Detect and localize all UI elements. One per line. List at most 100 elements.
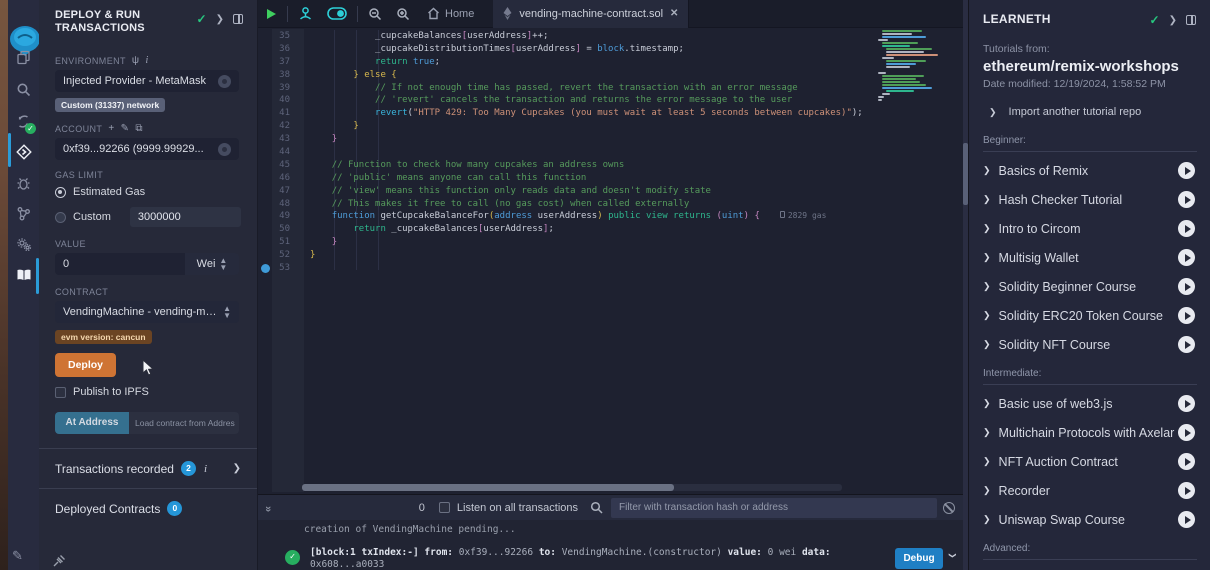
deploy-button[interactable]: Deploy — [55, 353, 116, 377]
breakpoint-dot[interactable] — [261, 264, 270, 273]
code-line-51[interactable]: 51 } — [258, 236, 863, 249]
tutorial-item[interactable]: ❯Basics of Remix — [969, 156, 1210, 185]
tx-expand-icon[interactable]: ❯ — [947, 552, 958, 558]
zoom-in-icon[interactable] — [389, 0, 417, 28]
expand-chevron-icon[interactable]: ❯ — [983, 398, 991, 409]
account-select[interactable]: 0xf39...92266 (9999.99929... — [55, 138, 239, 160]
expand-chevron-icon[interactable]: ❯ — [983, 310, 991, 321]
line-number[interactable]: 37 — [258, 56, 302, 69]
tutorial-item[interactable]: ❯NFT Auction Contract — [969, 447, 1210, 476]
plugin-manager-icon[interactable] — [8, 200, 39, 226]
debugger-icon[interactable] — [8, 170, 39, 196]
at-address-button[interactable]: At Address — [55, 412, 129, 434]
code-line-43[interactable]: 43 } — [258, 133, 863, 146]
play-tutorial-button[interactable] — [1178, 395, 1195, 412]
tutorial-item[interactable]: ❯Multichain Protocols with Axelar — [969, 418, 1210, 447]
play-tutorial-button[interactable] — [1178, 191, 1195, 208]
settings-icon[interactable] — [8, 231, 39, 257]
code-line-52[interactable]: 52} — [258, 249, 863, 262]
tab-vending-machine-contract[interactable]: vending-machine-contract.sol ✕ — [493, 0, 689, 28]
line-number[interactable]: 43 — [258, 133, 302, 146]
expand-chevron-icon[interactable]: ❯ — [983, 281, 991, 292]
contract-select[interactable]: VendingMachine - vending-machin ▲▼ — [55, 301, 239, 323]
tutorial-item[interactable]: ❯Solidity Beginner Course — [969, 272, 1210, 301]
at-address-input[interactable]: Load contract from Addres — [129, 412, 239, 434]
deployed-contracts-row[interactable]: Deployed Contracts 0 — [39, 489, 257, 528]
run-script-button[interactable] — [258, 0, 284, 28]
code-line-39[interactable]: 39 // If not enough time has passed, rev… — [258, 82, 863, 95]
expand-chevron-icon[interactable]: ❯ — [983, 427, 991, 438]
expand-chevron-icon[interactable]: ❯ — [983, 165, 991, 176]
line-number[interactable]: 41 — [258, 107, 302, 120]
deploy-run-icon[interactable] — [8, 139, 39, 165]
expand-chevron-icon[interactable]: ❯ — [983, 456, 991, 467]
line-number[interactable]: 51 — [258, 236, 302, 249]
play-tutorial-button[interactable] — [1178, 162, 1195, 179]
tutorial-item[interactable]: ❯Hash Checker Tutorial — [969, 185, 1210, 214]
expand-chevron-icon[interactable]: ❯ — [983, 252, 991, 263]
line-number[interactable]: 44 — [258, 146, 302, 159]
assistant-person-icon[interactable] — [291, 0, 320, 28]
terminal-filter-input[interactable]: Filter with transaction hash or address — [611, 498, 937, 518]
play-tutorial-button[interactable] — [1178, 511, 1195, 528]
learneth-book-icon[interactable] — [8, 262, 39, 288]
add-account-icon[interactable]: + — [108, 123, 114, 134]
line-number[interactable]: 39 — [258, 82, 302, 95]
panel-collapse-icon[interactable]: ❯ — [216, 14, 224, 25]
tutorial-item[interactable]: ❯Basic use of web3.js — [969, 389, 1210, 418]
code-line-42[interactable]: 42 } — [258, 120, 863, 133]
terminal-search-icon[interactable] — [590, 501, 603, 514]
estimated-gas-radio[interactable] — [55, 187, 66, 198]
line-number[interactable]: 49 — [258, 210, 302, 223]
code-line-46[interactable]: 46 // 'public' means anyone can call thi… — [258, 172, 863, 185]
tab-close-icon[interactable]: ✕ — [670, 8, 678, 19]
play-tutorial-button[interactable] — [1178, 249, 1195, 266]
line-number[interactable]: 36 — [258, 43, 302, 56]
panel-pin-icon[interactable] — [233, 14, 243, 24]
play-tutorial-button[interactable] — [1178, 453, 1195, 470]
play-tutorial-button[interactable] — [1178, 220, 1195, 237]
expand-chevron-icon[interactable]: ❯ — [983, 194, 991, 205]
play-tutorial-button[interactable] — [1178, 424, 1195, 441]
code-line-44[interactable]: 44 — [258, 146, 863, 159]
learneth-collapse-icon[interactable]: ❯ — [1169, 15, 1177, 26]
editor-minimap[interactable] — [878, 29, 958, 102]
debug-button[interactable]: Debug — [895, 548, 943, 569]
tx-log-entry[interactable]: [block:1 txIndex:-] from: 0xf39...92266 … — [310, 547, 880, 570]
line-number[interactable]: 46 — [258, 172, 302, 185]
play-tutorial-button[interactable] — [1178, 307, 1195, 324]
line-number[interactable]: 48 — [258, 198, 302, 211]
value-input[interactable]: 0 — [55, 253, 185, 275]
code-line-53[interactable]: 53 — [258, 262, 863, 275]
code-line-40[interactable]: 40 // 'revert' cancels the transaction a… — [258, 94, 863, 107]
copy-account-icon[interactable]: ⧉ — [135, 123, 143, 134]
code-line-35[interactable]: 35 _cupcakeBalances[userAddress]++; — [258, 30, 863, 43]
code-line-36[interactable]: 36 _cupcakeDistributionTimes[userAddress… — [258, 43, 863, 56]
custom-gas-radio[interactable] — [55, 212, 66, 223]
home-button[interactable]: Home — [417, 0, 481, 28]
edit-pencil-icon[interactable]: ✎ — [12, 548, 23, 564]
code-line-38[interactable]: 38 } else { — [258, 69, 863, 82]
code-line-50[interactable]: 50 return _cupcakeBalances[userAddress]; — [258, 223, 863, 236]
code-line-41[interactable]: 41 revert("HTTP 429: Too Many Cupcakes (… — [258, 107, 863, 120]
file-explorer-icon[interactable] — [8, 44, 39, 70]
plug-icon[interactable]: ψ — [132, 55, 140, 66]
line-number[interactable]: 38 — [258, 69, 302, 82]
line-number[interactable]: 35 — [258, 30, 302, 43]
tutorial-item[interactable]: ❯Uniswap Swap Course — [969, 505, 1210, 534]
line-number[interactable]: 40 — [258, 94, 302, 107]
tutorial-item[interactable]: ❯Multisig Wallet — [969, 243, 1210, 272]
search-icon[interactable] — [8, 76, 39, 102]
line-number[interactable]: 42 — [258, 120, 302, 133]
tutorial-item[interactable]: ❯Recorder — [969, 476, 1210, 505]
terminal-clear-icon[interactable] — [943, 502, 955, 514]
tutorial-item[interactable]: ❯All about Proxy Contracts — [969, 564, 1210, 570]
tutorial-item[interactable]: ❯Solidity NFT Course — [969, 330, 1210, 359]
sign-message-icon[interactable]: ✎ — [121, 123, 130, 134]
environment-select[interactable]: Injected Provider - MetaMask — [55, 70, 239, 92]
terminal-collapse-icon[interactable]: » — [262, 505, 274, 509]
line-number[interactable]: 45 — [258, 159, 302, 172]
tutorial-item[interactable]: ❯Solidity ERC20 Token Course — [969, 301, 1210, 330]
listen-all-checkbox[interactable] — [439, 502, 450, 513]
publish-ipfs-checkbox[interactable] — [55, 387, 66, 398]
